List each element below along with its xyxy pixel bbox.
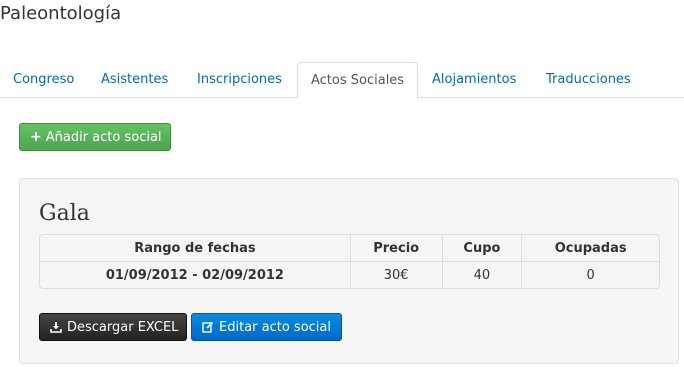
- download-excel-label: Descargar EXCEL: [67, 319, 179, 335]
- page-title: Paleontología: [0, 3, 122, 24]
- add-social-event-label: Añadir acto social: [45, 129, 162, 145]
- plus-icon: +: [30, 129, 42, 145]
- column-header-capacity: Cupo: [441, 235, 522, 261]
- edit-social-event-button[interactable]: Editar acto social: [191, 313, 342, 341]
- column-header-occupied: Ocupadas: [521, 235, 659, 261]
- table-header-row: Rango de fechas Precio Cupo Ocupadas: [40, 235, 659, 261]
- tab-traducciones[interactable]: Traducciones: [533, 62, 644, 98]
- table-row: 01/09/2012 - 02/09/2012 30€ 40 0: [40, 261, 659, 288]
- download-excel-button[interactable]: Descargar EXCEL: [39, 313, 187, 341]
- cell-capacity: 40: [441, 261, 522, 288]
- edit-icon: [202, 321, 214, 333]
- tab-congreso[interactable]: Congreso: [0, 62, 87, 98]
- column-header-date-range: Rango de fechas: [134, 240, 256, 256]
- download-icon: [50, 321, 62, 333]
- tab-asistentes[interactable]: Asistentes: [88, 62, 181, 98]
- event-dates-table: Rango de fechas Precio Cupo Ocupadas 01/…: [39, 234, 660, 289]
- column-header-price: Precio: [349, 235, 442, 261]
- social-event-panel: Gala Rango de fechas Precio Cupo Ocupada…: [19, 178, 679, 364]
- event-title: Gala: [39, 201, 90, 226]
- tab-alojamientos[interactable]: Alojamientos: [419, 62, 529, 98]
- tab-actos-sociales[interactable]: Actos Sociales: [297, 62, 419, 99]
- tab-inscripciones[interactable]: Inscripciones: [184, 62, 295, 98]
- cell-occupied: 0: [521, 261, 659, 288]
- add-social-event-button[interactable]: + Añadir acto social: [19, 123, 171, 151]
- nav-tabs: Congreso Asistentes Inscripciones Actos …: [0, 62, 684, 99]
- cell-price: 30€: [349, 261, 442, 288]
- cell-date-range: 01/09/2012 - 02/09/2012: [40, 261, 350, 288]
- edit-social-event-label: Editar acto social: [219, 319, 331, 335]
